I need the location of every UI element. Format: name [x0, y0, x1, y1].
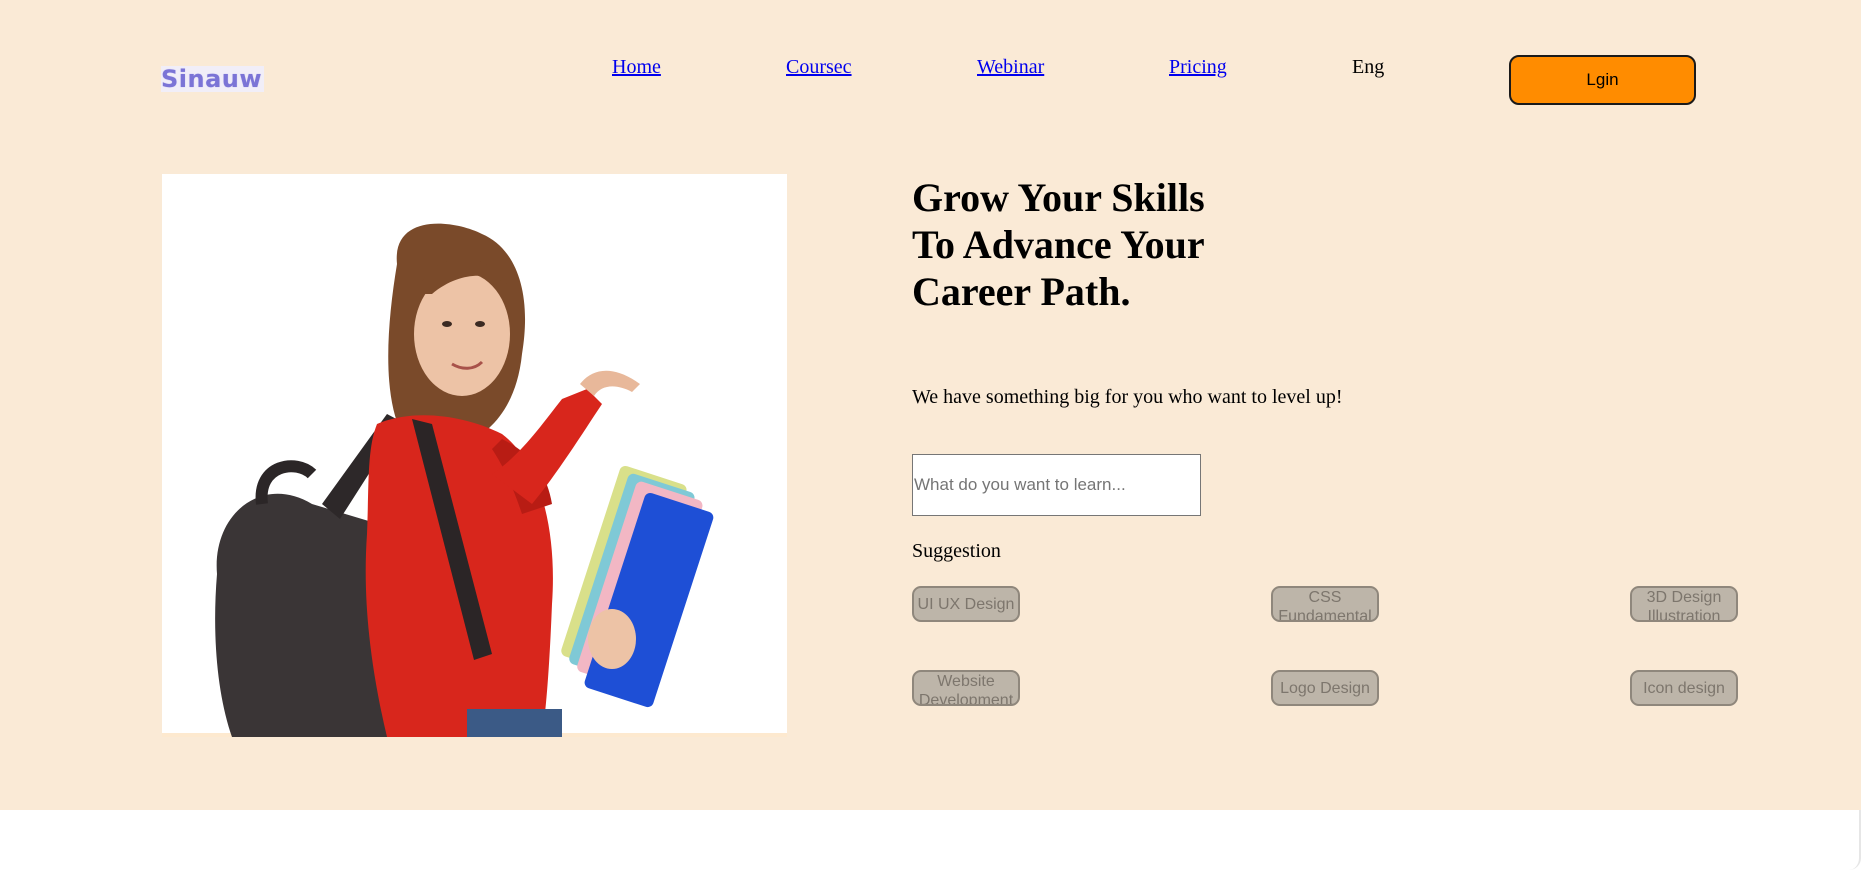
- student-illustration: [162, 174, 787, 737]
- brand-logo[interactable]: Sinauw: [161, 66, 264, 92]
- login-button[interactable]: Lgin: [1509, 55, 1696, 105]
- hero-image: [162, 174, 787, 737]
- language-selector[interactable]: Eng: [1352, 55, 1384, 79]
- hero-subtitle: We have something big for you who want t…: [912, 386, 1343, 408]
- nav-link-home[interactable]: Home: [612, 55, 661, 79]
- hero-headline: Grow Your Skills To Advance Your Career …: [912, 175, 1205, 314]
- nav-link-webinar[interactable]: Webinar: [977, 55, 1044, 79]
- suggestion-label: Suggestion: [912, 540, 1001, 562]
- search-input[interactable]: [912, 454, 1201, 516]
- hero-section: Sinauw Home Coursec Webinar Pricing Eng …: [0, 0, 1861, 810]
- footer-area: [0, 810, 1861, 870]
- suggestion-chip[interactable]: Logo Design: [1271, 670, 1379, 706]
- nav-link-pricing[interactable]: Pricing: [1169, 55, 1227, 79]
- suggestion-chip[interactable]: UI UX Design: [912, 586, 1020, 622]
- suggestion-chip[interactable]: 3D Design Illustration: [1630, 586, 1738, 622]
- nav-link-courses[interactable]: Coursec: [786, 55, 852, 79]
- suggestion-chip[interactable]: Icon design: [1630, 670, 1738, 706]
- suggestion-chip[interactable]: CSS Fundamental: [1271, 586, 1379, 622]
- suggestion-chip[interactable]: Website Development: [912, 670, 1020, 706]
